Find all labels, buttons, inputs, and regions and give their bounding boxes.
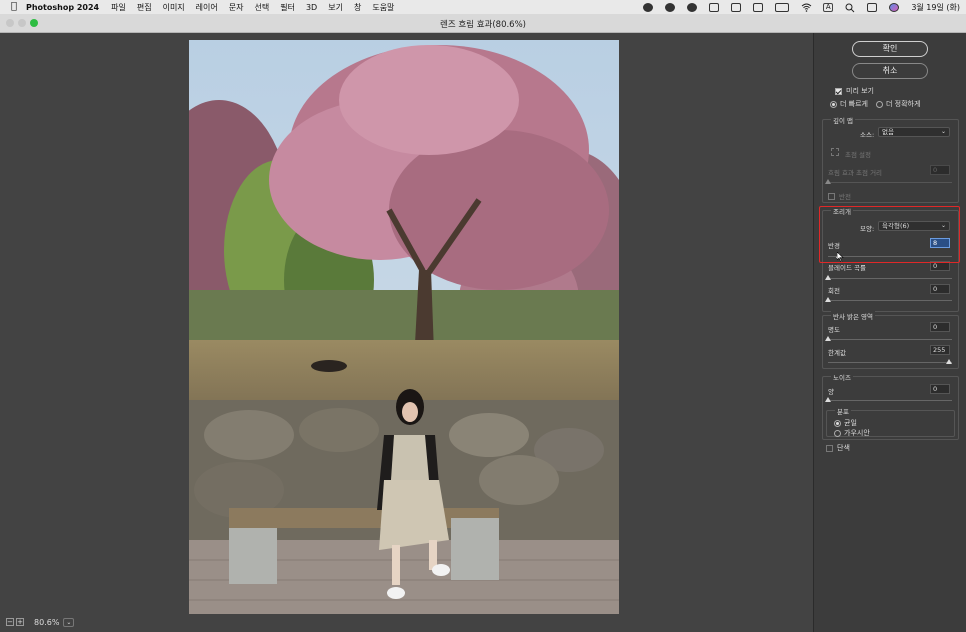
menu-help[interactable]: 도움말 bbox=[372, 2, 394, 13]
noise-title: 노이즈 bbox=[831, 372, 853, 382]
brightness-slider[interactable] bbox=[828, 339, 952, 340]
status-bar: − + 80.6% ⌄ bbox=[0, 612, 813, 632]
apple-icon[interactable]:  bbox=[8, 1, 20, 13]
preview-label: 미리 보기 bbox=[846, 87, 874, 95]
accurate-radio-row[interactable]: 더 정확하게 bbox=[876, 99, 920, 109]
gaussian-radio[interactable] bbox=[834, 429, 841, 437]
chevron-down-icon: ⌄ bbox=[940, 128, 946, 135]
source-label: 소스: bbox=[860, 131, 875, 139]
preview-checkbox-row[interactable]: 미리 보기 bbox=[835, 86, 874, 96]
ok-button[interactable]: 확인 bbox=[852, 41, 928, 57]
menu-edit[interactable]: 편집 bbox=[137, 2, 152, 13]
faster-label: 더 빠르게 bbox=[840, 100, 868, 108]
lens-blur-panel: 확인 취소 미리 보기 더 빠르게 더 정확하게 깊이 맵 소스: 없음 ⌄ 초… bbox=[813, 33, 966, 632]
cancel-button[interactable]: 취소 bbox=[852, 63, 928, 79]
gaussian-radio-row[interactable]: 가우시안 bbox=[834, 428, 870, 438]
invert-checkbox[interactable] bbox=[828, 192, 835, 200]
window-icon[interactable] bbox=[709, 2, 720, 12]
invert-checkbox-row[interactable]: 반전 bbox=[828, 191, 851, 201]
depth-map-title: 깊이 맵 bbox=[831, 115, 856, 125]
brightness-label: 명도 bbox=[828, 326, 840, 334]
specular-highlights-title: 반사 밝은 영역 bbox=[831, 311, 876, 321]
control-center-icon[interactable] bbox=[867, 2, 878, 12]
preview-image[interactable] bbox=[189, 40, 619, 614]
menu-bar:  Photoshop 2024 파일 편집 이미지 레이어 문자 선택 필터 … bbox=[0, 0, 966, 14]
faster-radio-row[interactable]: 더 빠르게 bbox=[830, 99, 868, 109]
zoom-dropdown-chevron-icon[interactable]: ⌄ bbox=[63, 617, 75, 627]
accurate-label: 더 정확하게 bbox=[886, 100, 921, 108]
blade-curvature-label: 블레이드 곡률 bbox=[828, 264, 866, 272]
input-source-icon[interactable]: A bbox=[823, 2, 834, 12]
faster-radio[interactable] bbox=[830, 100, 837, 108]
uniform-label: 균일 bbox=[844, 419, 857, 427]
menu-type[interactable]: 문자 bbox=[229, 2, 244, 13]
preview-checkbox[interactable] bbox=[835, 87, 842, 95]
display-icon[interactable] bbox=[753, 2, 764, 12]
amount-slider[interactable] bbox=[828, 400, 952, 401]
brightness-slider-thumb[interactable] bbox=[825, 336, 831, 341]
menu-3d[interactable]: 3D bbox=[306, 3, 317, 12]
blur-distance-input[interactable]: 0 bbox=[930, 165, 950, 175]
blur-distance-label: 흐림 효과 초점 거리 bbox=[828, 169, 883, 177]
amount-slider-thumb[interactable] bbox=[825, 397, 831, 402]
blade-curvature-slider-thumb[interactable] bbox=[825, 275, 831, 280]
uniform-radio[interactable] bbox=[834, 419, 841, 427]
menu-file[interactable]: 파일 bbox=[111, 2, 126, 13]
rotation-label: 회전 bbox=[828, 287, 840, 295]
threshold-input[interactable]: 255 bbox=[930, 345, 950, 355]
amount-input[interactable]: 0 bbox=[930, 384, 950, 394]
menu-layer[interactable]: 레이어 bbox=[196, 2, 218, 13]
rotation-input[interactable]: 0 bbox=[930, 284, 950, 294]
distribution-title: 분포 bbox=[835, 406, 851, 416]
blur-distance-slider[interactable] bbox=[828, 182, 952, 183]
rotation-slider-thumb[interactable] bbox=[825, 297, 831, 302]
menu-filter[interactable]: 필터 bbox=[280, 2, 295, 13]
gaussian-label: 가우시안 bbox=[844, 429, 870, 437]
blur-focus-label: 초점 설정 bbox=[845, 151, 871, 159]
menu-view[interactable]: 보기 bbox=[328, 2, 343, 13]
rotation-slider[interactable] bbox=[828, 300, 952, 301]
sync-icon[interactable] bbox=[687, 2, 698, 12]
creative-cloud-icon[interactable] bbox=[665, 2, 676, 12]
threshold-label: 한계값 bbox=[828, 349, 846, 357]
uniform-radio-row[interactable]: 균일 bbox=[834, 418, 857, 428]
zoom-out-button[interactable]: − bbox=[6, 618, 14, 626]
zoom-level: 80.6% bbox=[34, 617, 60, 627]
app-menu[interactable]: Photoshop 2024 bbox=[26, 3, 99, 12]
menubar-clock[interactable]: 3월 19일 (화) bbox=[911, 2, 960, 13]
blur-distance-slider-thumb[interactable] bbox=[825, 179, 831, 184]
window-title: 렌즈 흐림 효과(80.6%) bbox=[440, 20, 526, 30]
window-titlebar: 렌즈 흐림 효과(80.6%) bbox=[0, 14, 966, 33]
record-icon[interactable] bbox=[643, 2, 654, 12]
wifi-icon[interactable] bbox=[801, 3, 812, 12]
monochromatic-checkbox[interactable] bbox=[826, 444, 833, 452]
monochromatic-label: 단색 bbox=[837, 444, 850, 452]
amount-label: 양 bbox=[828, 388, 834, 396]
invert-label: 반전 bbox=[839, 193, 851, 201]
threshold-slider[interactable] bbox=[828, 362, 952, 363]
highlight-annotation bbox=[819, 206, 960, 263]
source-value: 없음 bbox=[882, 128, 894, 136]
menu-image[interactable]: 이미지 bbox=[163, 2, 185, 13]
crosshair-icon bbox=[831, 148, 839, 156]
menu-select[interactable]: 선택 bbox=[255, 2, 270, 13]
accurate-radio[interactable] bbox=[876, 100, 883, 108]
siri-icon[interactable] bbox=[889, 2, 900, 12]
monochromatic-checkbox-row[interactable]: 단색 bbox=[826, 443, 850, 453]
screens-icon[interactable] bbox=[731, 2, 742, 12]
park-photo bbox=[189, 40, 619, 614]
blade-curvature-slider[interactable] bbox=[828, 278, 952, 279]
battery-icon[interactable] bbox=[775, 2, 790, 12]
menu-window[interactable]: 창 bbox=[354, 2, 361, 13]
canvas-area[interactable] bbox=[0, 33, 813, 632]
source-select[interactable]: 없음 ⌄ bbox=[878, 127, 950, 137]
brightness-input[interactable]: 0 bbox=[930, 322, 950, 332]
zoom-in-button[interactable]: + bbox=[16, 618, 24, 626]
spotlight-icon[interactable] bbox=[845, 3, 855, 12]
threshold-slider-thumb[interactable] bbox=[946, 359, 952, 364]
